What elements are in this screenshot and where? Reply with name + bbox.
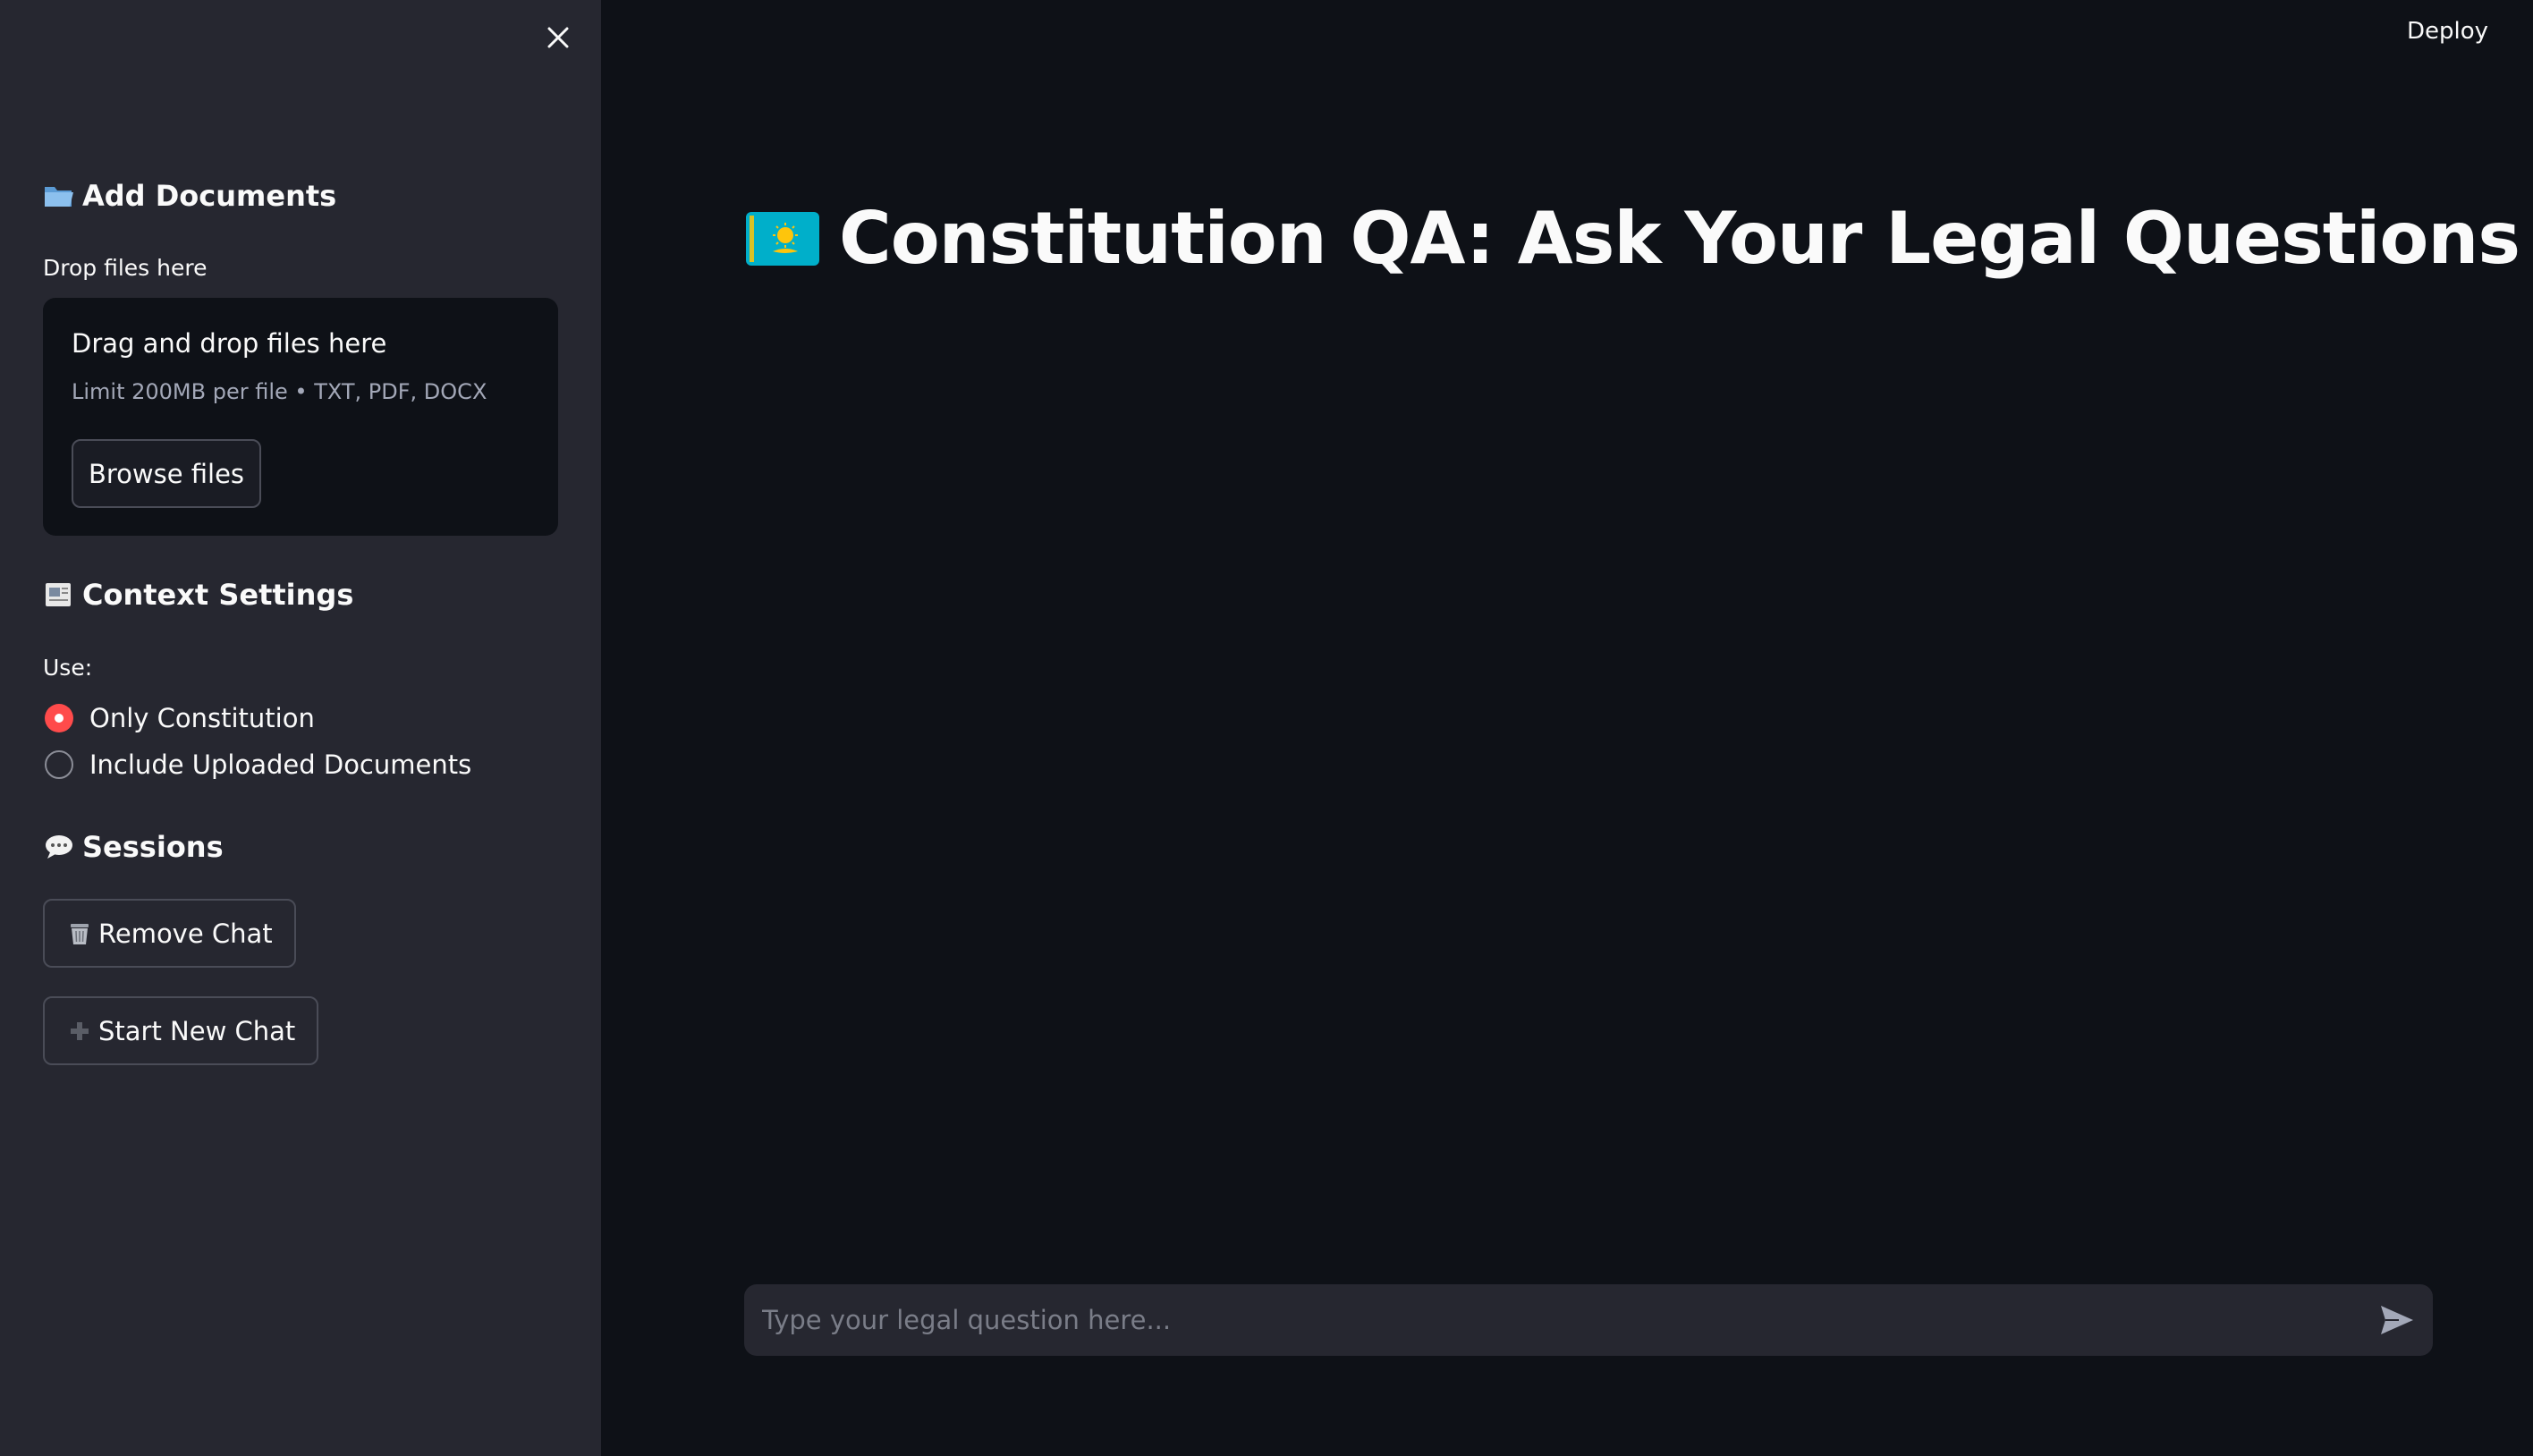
start-new-chat-label: Start New Chat — [98, 1015, 296, 1046]
speech-bubble-icon — [46, 835, 72, 859]
chat-input-container — [744, 1284, 2433, 1356]
radio-unchecked-icon — [45, 750, 73, 779]
dropzone-title: Drag and drop files here — [72, 328, 387, 359]
drop-files-label: Drop files here — [43, 255, 208, 281]
page-title: Constitution QA: Ask Your Legal Question… — [746, 197, 2520, 280]
sessions-heading: Sessions — [43, 830, 224, 864]
remove-chat-button[interactable]: Remove Chat — [43, 899, 296, 968]
document-icon — [46, 583, 71, 606]
context-settings-heading: Context Settings — [43, 578, 353, 612]
file-dropzone[interactable]: Drag and drop files here Limit 200MB per… — [43, 298, 558, 536]
send-button[interactable] — [2377, 1300, 2417, 1340]
browse-files-button[interactable]: Browse files — [72, 439, 261, 508]
radio-checked-icon — [45, 704, 73, 732]
kazakhstan-flag-icon — [746, 211, 819, 266]
add-documents-title: Add Documents — [82, 179, 337, 213]
close-sidebar-button[interactable] — [540, 20, 576, 55]
folder-icon — [45, 187, 73, 207]
sidebar: Add Documents Drop files here Drag and d… — [0, 0, 601, 1456]
close-icon — [547, 27, 569, 48]
chat-input[interactable] — [760, 1284, 2352, 1356]
page-title-text: Constitution QA: Ask Your Legal Question… — [839, 197, 2520, 280]
radio-include-uploaded[interactable]: Include Uploaded Documents — [45, 749, 471, 780]
plus-icon — [71, 1021, 89, 1040]
start-new-chat-button[interactable]: Start New Chat — [43, 996, 319, 1065]
radio-label: Include Uploaded Documents — [89, 749, 472, 780]
send-icon — [2381, 1306, 2413, 1334]
radio-only-constitution[interactable]: Only Constitution — [45, 703, 315, 733]
context-settings-title: Context Settings — [82, 578, 354, 612]
deploy-button[interactable]: Deploy — [2407, 18, 2488, 45]
add-documents-heading: Add Documents — [43, 179, 336, 213]
wastebasket-icon — [71, 923, 89, 944]
dropzone-limit: Limit 200MB per file • TXT, PDF, DOCX — [72, 379, 487, 404]
use-label: Use: — [43, 655, 93, 681]
sessions-title: Sessions — [82, 830, 224, 864]
radio-label: Only Constitution — [89, 703, 315, 733]
remove-chat-label: Remove Chat — [98, 918, 273, 949]
